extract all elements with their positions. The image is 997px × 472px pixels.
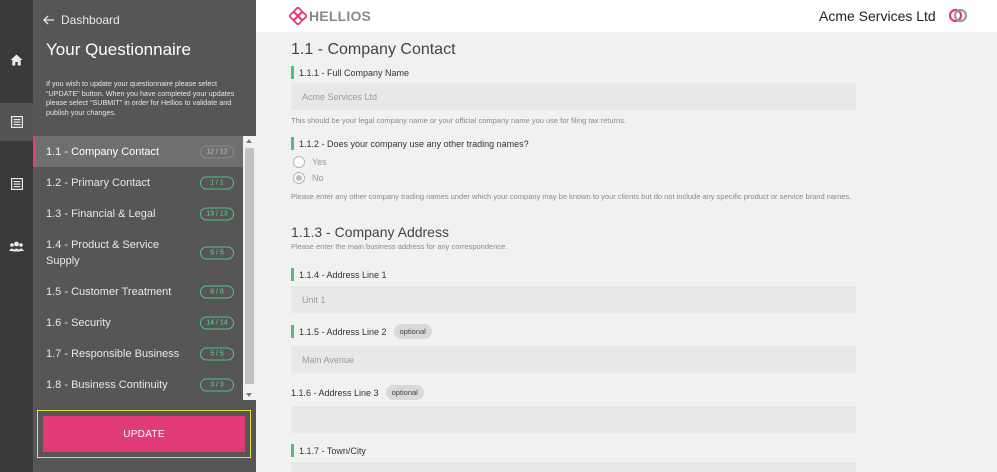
section-item-security[interactable]: 1.6 - Security 14 / 14 bbox=[33, 307, 244, 338]
section-label: 1.5 - Customer Treatment bbox=[46, 285, 172, 298]
hellios-logo-icon bbox=[289, 7, 307, 25]
users-icon[interactable] bbox=[0, 227, 33, 265]
address-line-2-label-text: 1.1.5 - Address Line 2 bbox=[299, 326, 387, 337]
optional-badge: optional bbox=[385, 385, 424, 400]
trading-names-no-radio[interactable]: No bbox=[293, 172, 324, 184]
radio-circle bbox=[293, 156, 305, 168]
section-item-primary-contact[interactable]: 1.2 - Primary Contact 1 / 1 bbox=[33, 167, 244, 198]
home-icon[interactable] bbox=[0, 41, 33, 79]
questionnaire-icon[interactable] bbox=[0, 103, 33, 141]
town-city-field[interactable] bbox=[291, 462, 856, 472]
company-address-hint: Please enter the main business address f… bbox=[291, 242, 508, 251]
back-to-dashboard-link[interactable]: Dashboard bbox=[43, 12, 120, 28]
company-address-title: 1.1.3 - Company Address bbox=[291, 224, 449, 240]
section-item-product-service-supply[interactable]: 1.4 - Product & Service Supply 5 / 5 bbox=[33, 229, 244, 276]
section-label: 1.6 - Security bbox=[46, 316, 111, 329]
header-company-name: Acme Services Ltd bbox=[819, 8, 936, 24]
back-label: Dashboard bbox=[61, 13, 120, 27]
optional-badge: optional bbox=[393, 324, 432, 339]
hellios-logo[interactable]: HELLIOS bbox=[289, 7, 371, 25]
radio-label: No bbox=[312, 173, 324, 183]
section-progress-badge: 8 / 8 bbox=[200, 285, 234, 298]
questionnaire-panel: Dashboard Your Questionnaire If you wish… bbox=[33, 0, 256, 472]
section-progress-badge: 14 / 14 bbox=[200, 316, 234, 329]
section-label: 1.4 - Product & Service Supply bbox=[46, 238, 160, 267]
trading-names-label: 1.1.2 - Does your company use any other … bbox=[291, 137, 529, 150]
arrow-left-icon bbox=[43, 15, 54, 25]
address-line-3-label: 1.1.6 - Address Line 3 optional bbox=[291, 385, 424, 400]
radio-label: Yes bbox=[312, 157, 327, 167]
full-company-name-hint: This should be your legal company name o… bbox=[291, 116, 627, 125]
section-progress-badge: 3 / 3 bbox=[200, 378, 234, 391]
account-logo-icon[interactable] bbox=[948, 8, 968, 28]
address-line-2-field[interactable]: Main Avenue bbox=[291, 346, 856, 373]
address-line-3-label-text: 1.1.6 - Address Line 3 bbox=[291, 387, 379, 398]
section-progress-badge: 5 / 5 bbox=[200, 246, 234, 259]
update-button[interactable]: UPDATE bbox=[43, 416, 245, 452]
scroll-up-icon[interactable] bbox=[246, 139, 252, 143]
section-item-company-contact[interactable]: 1.1 - Company Contact 12 / 12 bbox=[33, 136, 244, 167]
section-list-scrollbar[interactable] bbox=[243, 136, 256, 400]
section-progress-badge: 5 / 5 bbox=[200, 347, 234, 360]
full-company-name-field[interactable]: Acme Services Ltd bbox=[291, 83, 856, 110]
section-progress-badge: 13 / 13 bbox=[200, 207, 234, 220]
scrollbar-thumb[interactable] bbox=[245, 148, 254, 384]
section-title: 1.1 - Company Contact bbox=[291, 41, 456, 58]
address-line-1-label: 1.1.4 - Address Line 1 bbox=[291, 268, 387, 281]
section-label: 1.3 - Financial & Legal bbox=[46, 207, 156, 220]
trading-names-hint: Please enter any other company trading n… bbox=[291, 192, 852, 201]
scroll-down-icon[interactable] bbox=[246, 393, 252, 397]
list-icon[interactable] bbox=[0, 165, 33, 203]
top-header: HELLIOS Acme Services Ltd bbox=[256, 0, 997, 32]
section-item-customer-treatment[interactable]: 1.5 - Customer Treatment 8 / 8 bbox=[33, 276, 244, 307]
section-item-financial-legal[interactable]: 1.3 - Financial & Legal 13 / 13 bbox=[33, 198, 244, 229]
address-line-1-field[interactable]: Unit 1 bbox=[291, 286, 856, 313]
trading-names-yes-radio[interactable]: Yes bbox=[293, 156, 327, 168]
section-label: 1.7 - Responsible Business bbox=[46, 347, 180, 360]
panel-title: Your Questionnaire bbox=[46, 40, 191, 59]
section-label: 1.8 - Business Continuity bbox=[46, 378, 168, 391]
section-progress-badge: 1 / 1 bbox=[200, 176, 234, 189]
icon-rail bbox=[0, 0, 33, 472]
address-line-3-field[interactable] bbox=[291, 406, 856, 433]
section-item-business-continuity[interactable]: 1.8 - Business Continuity 3 / 3 bbox=[33, 369, 244, 400]
panel-description: If you wish to update your questionnaire… bbox=[46, 79, 235, 117]
address-line-2-label: 1.1.5 - Address Line 2 optional bbox=[291, 324, 432, 339]
section-item-responsible-business[interactable]: 1.7 - Responsible Business 5 / 5 bbox=[33, 338, 244, 369]
section-progress-badge: 12 / 12 bbox=[200, 145, 234, 158]
radio-circle-selected bbox=[293, 172, 305, 184]
town-city-label: 1.1.7 - Town/City bbox=[291, 444, 366, 457]
logo-text: HELLIOS bbox=[309, 8, 372, 24]
section-label: 1.1 - Company Contact bbox=[46, 145, 160, 158]
form-area: 1.1 - Company Contact 1.1.1 - Full Compa… bbox=[256, 32, 997, 472]
update-button-highlight: UPDATE bbox=[37, 410, 251, 458]
section-label: 1.2 - Primary Contact bbox=[46, 176, 150, 189]
full-company-name-label: 1.1.1 - Full Company Name bbox=[291, 66, 409, 79]
section-list: 1.1 - Company Contact 12 / 12 1.2 - Prim… bbox=[33, 136, 244, 400]
